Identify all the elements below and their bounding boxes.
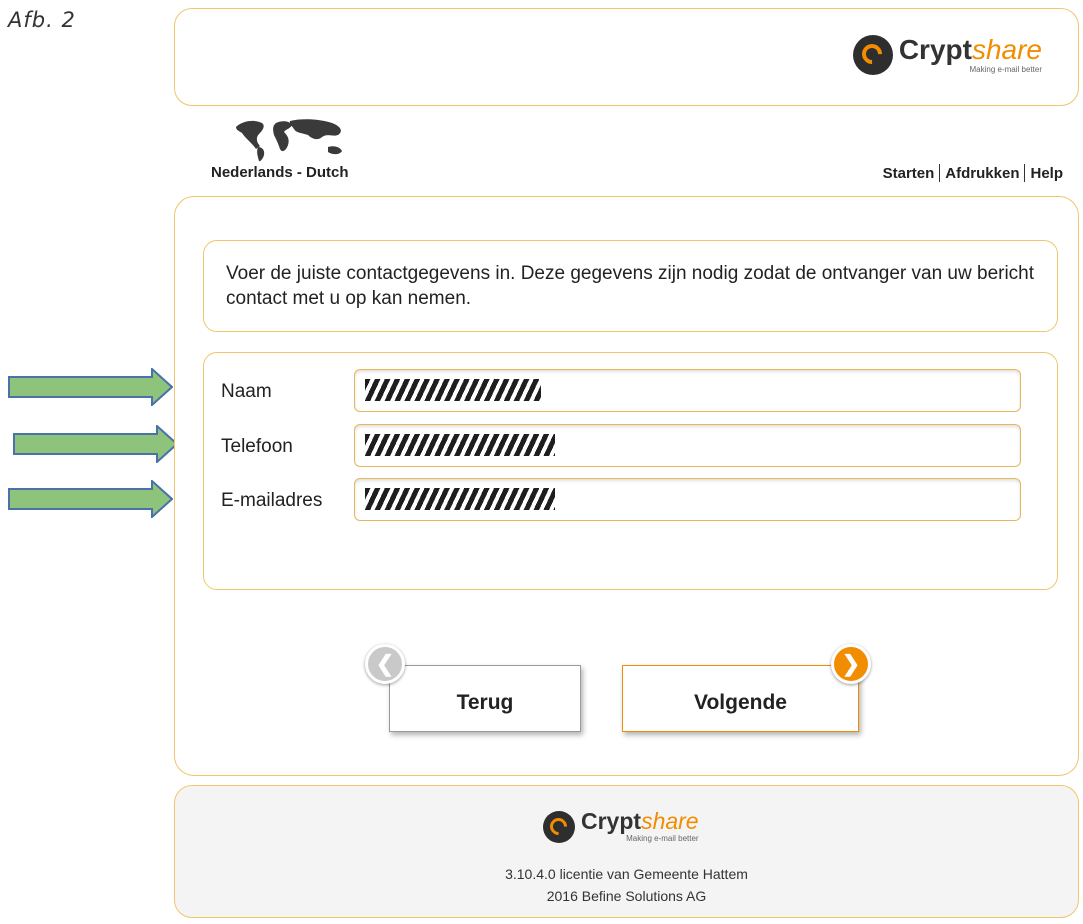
brand-name-light: share: [641, 808, 699, 834]
link-help[interactable]: Help: [1030, 165, 1063, 182]
redacted-value: [365, 488, 555, 510]
header-panel: Cryptshare Making e-mail better: [174, 8, 1079, 106]
top-links: Starten Afdrukken Help: [883, 164, 1063, 182]
next-button[interactable]: Volgende: [622, 665, 859, 732]
brand-tagline: Making e-mail better: [969, 65, 1042, 74]
cryptshare-footer-logo: Cryptshare Making e-mail better: [543, 810, 699, 843]
annotation-arrow-2: [13, 425, 178, 463]
email-input[interactable]: [354, 478, 1021, 521]
main-panel: Voer de juiste contactgegevens in. Deze …: [174, 196, 1079, 776]
cryptshare-logo: Cryptshare Making e-mail better: [852, 34, 1042, 75]
form-row-email: E-mailadres: [204, 478, 1057, 522]
name-label: Naam: [221, 381, 272, 402]
back-button[interactable]: Terug: [389, 665, 581, 732]
link-separator: [1024, 164, 1026, 182]
link-starten[interactable]: Starten: [883, 165, 935, 182]
link-afdrukken[interactable]: Afdrukken: [945, 165, 1019, 182]
brand-name-bold: Crypt: [898, 34, 972, 65]
redacted-value: [365, 379, 541, 401]
name-input[interactable]: [354, 369, 1021, 412]
world-map-icon[interactable]: [232, 117, 350, 163]
annotation-arrow-1: [8, 368, 173, 406]
phone-input[interactable]: [354, 424, 1021, 467]
info-message: Voer de juiste contactgegevens in. Deze …: [203, 240, 1058, 332]
cryptshare-logo-icon: [852, 35, 893, 75]
contact-form: Naam Telefoon E-mailadres: [203, 352, 1058, 590]
footer-panel: Cryptshare Making e-mail better 3.10.4.0…: [174, 785, 1079, 918]
redacted-value: [365, 434, 555, 456]
form-row-phone: Telefoon: [204, 424, 1057, 468]
brand-tagline: Making e-mail better: [626, 834, 699, 843]
copyright-text: 2016 Befine Solutions AG: [546, 888, 707, 904]
brand-name-light: share: [971, 34, 1042, 65]
figure-caption: Afb. 2: [8, 8, 76, 32]
chevron-right-icon[interactable]: ❯: [831, 644, 871, 684]
chevron-left-icon[interactable]: ❮: [365, 644, 405, 684]
language-selector[interactable]: Nederlands - Dutch: [211, 164, 349, 181]
annotation-arrow-3: [8, 480, 173, 518]
license-text: 3.10.4.0 licentie van Gemeente Hattem: [505, 866, 748, 882]
link-separator: [939, 164, 941, 182]
form-row-name: Naam: [204, 369, 1057, 413]
phone-label: Telefoon: [221, 436, 293, 457]
email-label: E-mailadres: [221, 490, 323, 511]
cryptshare-logo-icon: [543, 810, 575, 843]
brand-name-bold: Crypt: [581, 808, 642, 834]
